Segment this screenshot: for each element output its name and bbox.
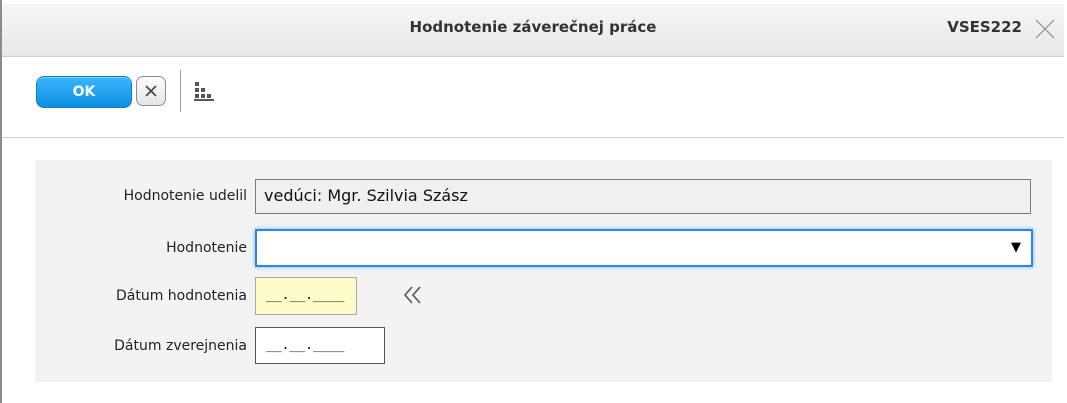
evaluation-select[interactable]: ▼ [255,229,1033,267]
ok-button[interactable]: OK [36,76,132,108]
form-panel: Hodnotenie udelil vedúci: Mgr. Szilvia S… [35,160,1052,382]
close-icon[interactable] [1032,16,1058,42]
dropdown-arrow-icon: ▼ [1011,240,1021,255]
close-icon [145,85,157,97]
toolbar-divider [180,70,181,112]
evaluator-field: vedúci: Mgr. Szilvia Szász [255,179,1031,214]
title-bar: Hodnotenie záverečnej práce VSES222 [2,4,1064,57]
evaluation-date-input[interactable]: __.__.____ [255,277,357,315]
evaluator-label: Hodnotenie udelil [123,188,247,204]
publication-date-input[interactable]: __.__.____ [255,327,385,364]
double-chevron-left-icon[interactable] [401,284,427,308]
dialog-title: Hodnotenie záverečnej práce [409,18,657,36]
evaluation-label: Hodnotenie [166,240,247,256]
evaluation-date-label: Dátum hodnotenia [115,288,247,304]
cancel-button[interactable] [136,76,166,106]
dialog-window: Hodnotenie záverečnej práce VSES222 OK H… [0,0,1067,403]
evaluation-date-value: __.__.____ [266,288,345,303]
tree-hierarchy-icon[interactable] [192,80,218,104]
app-code-label: VSES222 [947,18,1022,36]
publication-date-value: __.__.____ [266,338,345,353]
toolbar: OK [2,57,1064,138]
publication-date-label: Dátum zverejnenia [114,338,247,354]
